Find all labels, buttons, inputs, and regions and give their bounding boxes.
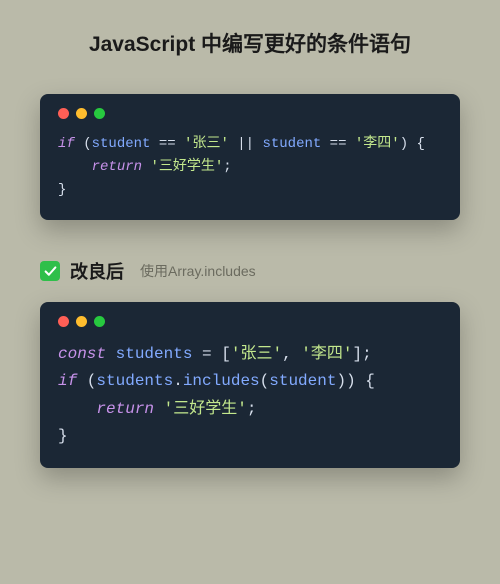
method-name: includes: [183, 372, 260, 390]
code-text: ];: [352, 345, 371, 363]
improved-subtitle: 使用Array.includes: [140, 261, 256, 281]
code-text: ==: [321, 136, 355, 152]
code-content-before: if (student == '张三' || student == '李四') …: [58, 133, 442, 202]
minimize-icon: [76, 316, 87, 327]
string-literal: '李四': [301, 345, 352, 363]
code-text: ) {: [400, 136, 425, 152]
code-text: )) {: [336, 372, 374, 390]
code-block-before: if (student == '张三' || student == '李四') …: [40, 94, 460, 220]
code-block-after: const students = ['张三', '李四']; if (stude…: [40, 302, 460, 468]
code-text: (: [260, 372, 270, 390]
code-text: .: [173, 372, 183, 390]
code-text: ||: [229, 136, 263, 152]
code-text: }: [58, 427, 68, 445]
close-icon: [58, 316, 69, 327]
identifier: students: [96, 372, 173, 390]
minimize-icon: [76, 108, 87, 119]
indent: [58, 400, 96, 418]
code-content-after: const students = ['张三', '李四']; if (stude…: [58, 341, 442, 450]
window-controls: [58, 108, 442, 119]
code-text: ;: [223, 159, 231, 175]
string-literal: '三好学生': [150, 159, 223, 175]
maximize-icon: [94, 108, 105, 119]
string-literal: '张三': [231, 345, 282, 363]
indent: [58, 159, 92, 175]
string-literal: '李四': [355, 136, 400, 152]
window-controls: [58, 316, 442, 327]
keyword-return: return: [92, 159, 142, 175]
code-text: ;: [247, 400, 257, 418]
keyword-if: if: [58, 136, 75, 152]
identifier: student: [269, 372, 336, 390]
code-text: ==: [150, 136, 184, 152]
keyword-if: if: [58, 372, 77, 390]
maximize-icon: [94, 316, 105, 327]
improved-label: 改良后: [70, 258, 124, 284]
identifier: student: [262, 136, 321, 152]
code-text: = [: [192, 345, 230, 363]
code-text: ,: [282, 345, 301, 363]
page-title: JavaScript 中编写更好的条件语句: [40, 28, 460, 58]
string-literal: '三好学生': [164, 400, 247, 418]
improved-header: 改良后 使用Array.includes: [40, 258, 460, 284]
space: [154, 400, 164, 418]
identifier: student: [92, 136, 151, 152]
checkmark-icon: [40, 261, 60, 281]
code-text: (: [75, 136, 92, 152]
keyword-const: const: [58, 345, 106, 363]
close-icon: [58, 108, 69, 119]
space: [106, 345, 116, 363]
code-text: (: [77, 372, 96, 390]
string-literal: '张三': [184, 136, 229, 152]
identifier: students: [116, 345, 193, 363]
keyword-return: return: [96, 400, 154, 418]
code-text: }: [58, 182, 66, 198]
